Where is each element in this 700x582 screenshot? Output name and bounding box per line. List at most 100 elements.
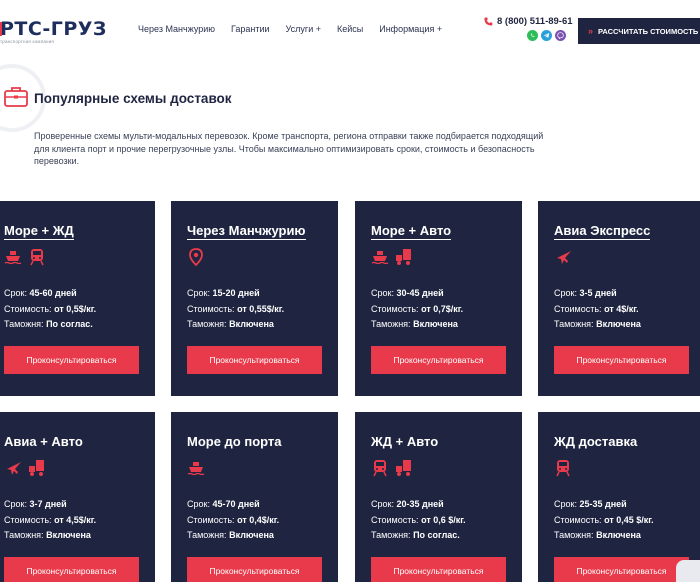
consult-button[interactable]: Проконсультироваться [371,557,506,582]
consult-button[interactable]: Проконсультироваться [371,346,506,374]
route-card-manchuria: Через Манчжурию Срок: 15-20 дней Стоимос… [171,201,338,396]
card-cost: от 4$/кг. [604,303,639,314]
card-icons [371,459,413,477]
card-icons [554,459,572,477]
card-info: Срок: 20-35 дней Стоимость: от 0,6 $/кг.… [371,499,466,540]
consult-button[interactable]: Проконсультироваться [4,557,139,582]
card-icons [4,248,46,266]
train-icon [30,249,44,266]
logo-tagline: транспортная компания [0,39,55,44]
consult-button[interactable]: Проконсультироваться [554,346,689,374]
ship-icon [187,462,205,476]
card-term: 3-7 дней [29,499,67,509]
main-nav: Через Манчжурию Гарантии Услуги + Кейсы … [138,24,458,34]
plane-icon [7,462,21,475]
route-card-sea-rail: Море + ЖД Срок: 45-60 дней Стоимость: от… [0,201,155,396]
card-term: 15-20 дней [212,288,260,298]
card-icons [187,248,205,266]
phone-icon [484,17,493,26]
card-title: Море + Авто [371,223,452,240]
location-pin-icon [189,248,203,266]
card-cost: от 0,6 $/кг. [421,514,466,525]
viber-icon[interactable] [555,30,566,41]
truck-icon [396,249,411,265]
card-customs: По соглас. [413,530,460,540]
double-chevron-right-icon: » [588,26,594,36]
card-icons [371,248,413,266]
route-card-sea-to-port: Море до порта Срок: 45-70 дней Стоимость… [171,412,338,582]
nav-item-services[interactable]: Услуги + [286,24,321,34]
card-icons [4,459,46,477]
card-term: 45-60 дней [29,288,77,298]
nav-item-guarantees[interactable]: Гарантии [231,24,270,34]
consult-button[interactable]: Проконсультироваться [187,557,322,582]
messenger-links [527,30,566,41]
card-info: Срок: 30-45 дней Стоимость: от 0,7$/кг. … [371,288,464,329]
train-icon [556,460,570,477]
card-cost: от 0,45 $/кг. [604,514,654,525]
card-title: Авиа + Авто [4,434,83,449]
site-header: РТС-ГРУЗ транспортная компания Через Ман… [0,0,700,60]
card-customs: По соглас. [46,319,93,329]
card-icons [187,459,205,477]
consult-button[interactable]: Проконсультироваться [4,346,139,374]
logo-mark-icon [0,22,2,36]
calculate-cost-label: РАССЧИТАТЬ СТОИМОСТЬ [598,26,699,36]
nav-item-manchuria[interactable]: Через Манчжурию [138,24,215,34]
phone-number: 8 (800) 511-89-61 [497,16,573,27]
card-cost: от 0,7$/кг. [421,303,464,314]
briefcase-icon [4,87,28,107]
plane-icon [557,251,571,264]
card-title: Море до порта [187,434,282,449]
consult-button[interactable]: Проконсультироваться [554,557,689,582]
whatsapp-icon[interactable] [527,30,538,41]
route-card-air-auto: Авиа + Авто Срок: 3-7 дней Стоимость: от… [0,412,155,582]
nav-item-cases[interactable]: Кейсы [337,24,363,34]
nav-item-info[interactable]: Информация + [379,24,442,34]
card-icons [554,248,572,266]
logo[interactable]: РТС-ГРУЗ транспортная компания [0,18,107,44]
consult-button[interactable]: Проконсультироваться [187,346,322,374]
calculate-cost-button[interactable]: » РАССЧИТАТЬ СТОИМОСТЬ [578,18,700,44]
card-customs: Включена [46,530,91,540]
train-icon [373,460,387,477]
card-info: Срок: 45-70 дней Стоимость: от 0,4$/кг. … [187,499,280,540]
card-info: Срок: 15-20 дней Стоимость: от 0,55$/кг.… [187,288,285,329]
card-cost: от 0,55$/кг. [237,303,285,314]
card-term: 30-45 дней [396,288,444,298]
route-card-rail-auto: ЖД + Авто Срок: 20-35 дней Стоимость: от… [355,412,522,582]
section-description: Проверенные схемы мульти-модальных перев… [34,131,544,166]
card-info: Срок: 25-35 дней Стоимость: от 0,45 $/кг… [554,499,654,540]
card-customs: Включена [229,319,274,329]
card-term: 3-5 дней [579,288,617,298]
card-cost: от 0,4$/кг. [237,514,280,525]
card-info: Срок: 45-60 дней Стоимость: от 0,5$/кг. … [4,288,97,329]
truck-icon [29,460,44,476]
telegram-icon[interactable] [541,30,552,41]
card-customs: Включена [413,319,458,329]
card-customs: Включена [229,530,274,540]
card-customs: Включена [596,319,641,329]
card-term: 20-35 дней [396,499,444,509]
card-title: ЖД + Авто [371,434,439,449]
chat-widget-button[interactable] [676,560,700,582]
section-title: Популярные схемы доставок [34,91,232,106]
route-card-rail: ЖД доставка Срок: 25-35 дней Стоимость: … [538,412,700,582]
route-card-sea-auto: Море + Авто Срок: 30-45 дней Стоимость: … [355,201,522,396]
card-term: 45-70 дней [212,499,260,509]
phone-link[interactable]: 8 (800) 511-89-61 [484,16,573,27]
card-cost: от 0,5$/кг. [54,303,97,314]
card-term: 25-35 дней [579,499,627,509]
card-title: ЖД доставка [554,434,638,449]
card-title: Через Манчжурию [187,223,306,240]
ship-icon [371,251,389,265]
card-cost: от 4,5$/кг. [54,514,97,525]
card-title: Авиа Экспресс [554,223,651,240]
ship-icon [4,251,22,265]
route-card-air-express: Авиа Экспресс Срок: 3-5 дней Стоимость: … [538,201,700,396]
card-info: Срок: 3-7 дней Стоимость: от 4,5$/кг. Та… [4,499,97,540]
card-info: Срок: 3-5 дней Стоимость: от 4$/кг. Тамо… [554,288,641,329]
card-title: Море + ЖД [4,223,74,240]
card-customs: Включена [596,530,641,540]
logo-brand: РТС-ГРУЗ [0,18,107,40]
